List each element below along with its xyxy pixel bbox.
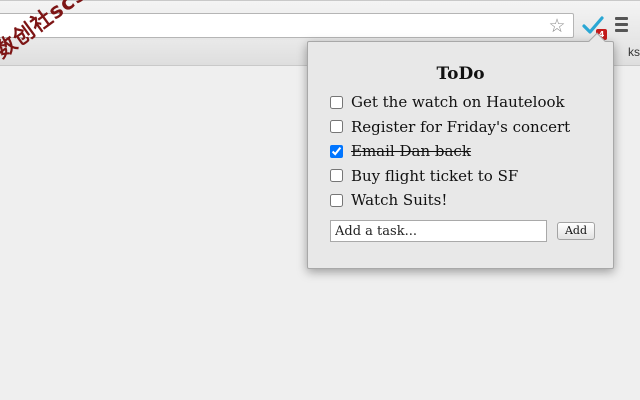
popup-title: ToDo: [436, 64, 485, 84]
task-list: Get the watch on Hautelook Register for …: [328, 90, 598, 213]
task-label: Buy flight ticket to SF: [351, 166, 519, 185]
task-label: Watch Suits!: [351, 191, 448, 210]
todo-popup: ToDo Get the watch on Hautelook Register…: [307, 32, 614, 269]
add-task-button[interactable]: Add: [557, 222, 595, 240]
list-item: Email Dan back: [328, 139, 598, 164]
list-item: Watch Suits!: [328, 188, 598, 213]
task-checkbox[interactable]: [330, 120, 343, 134]
other-bookmarks-label[interactable]: ks: [628, 45, 640, 59]
task-checkbox[interactable]: [330, 193, 343, 207]
task-checkbox[interactable]: [330, 169, 343, 183]
task-checkbox[interactable]: [330, 144, 343, 158]
hamburger-menu-icon[interactable]: [614, 17, 630, 35]
list-item: Register for Friday's concert: [328, 115, 598, 140]
list-item: Buy flight ticket to SF: [328, 164, 598, 189]
add-task-row: Add: [330, 220, 600, 242]
task-checkbox[interactable]: [330, 95, 343, 109]
star-icon[interactable]: ☆: [547, 16, 567, 36]
add-task-input[interactable]: [330, 220, 547, 242]
task-label: Get the watch on Hautelook: [351, 93, 565, 112]
task-label: Email Dan back: [351, 142, 471, 161]
task-label: Register for Friday's concert: [351, 117, 571, 136]
list-item: Get the watch on Hautelook: [328, 90, 598, 115]
